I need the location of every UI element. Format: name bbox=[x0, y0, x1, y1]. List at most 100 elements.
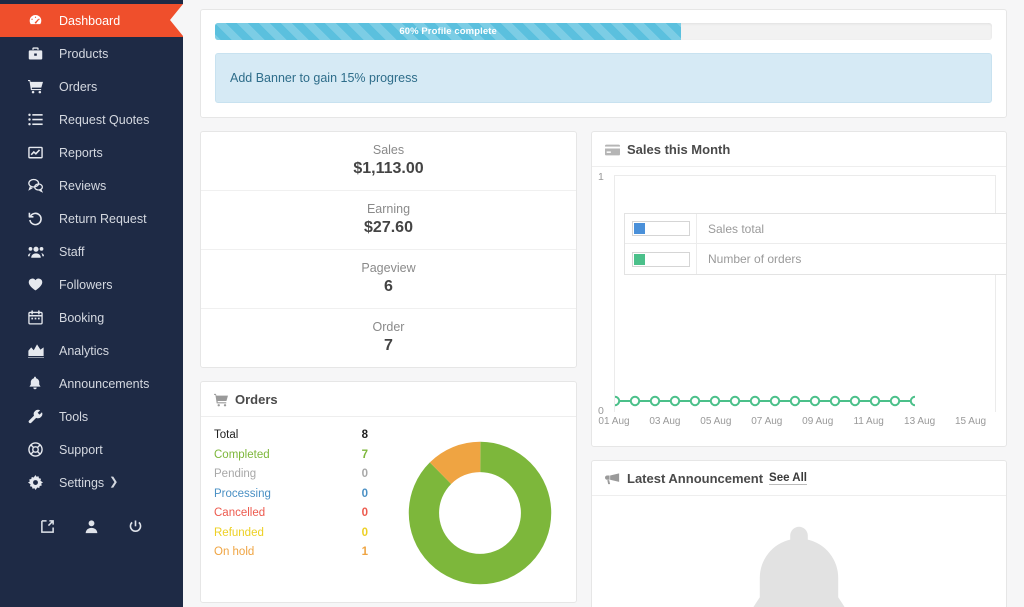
stat-value: 6 bbox=[384, 278, 393, 295]
sidebar-item-followers[interactable]: Followers bbox=[0, 268, 183, 301]
sales-chart-title: Sales this Month bbox=[627, 142, 731, 157]
sales-chart-header: Sales this Month bbox=[592, 132, 1006, 167]
order-status-count: 0 bbox=[361, 487, 368, 500]
power-icon[interactable] bbox=[128, 519, 143, 534]
list-icon bbox=[28, 112, 50, 127]
order-status-label: Pending bbox=[214, 468, 257, 480]
order-status-count: 7 bbox=[361, 448, 368, 461]
legend-row[interactable]: Sales total bbox=[625, 214, 1006, 244]
orders-status-list: Total 8 Completed 7 Pending 0 Processing 0 Cance… bbox=[201, 426, 383, 600]
order-status-label: Completed bbox=[214, 448, 270, 461]
orders-donut-chart bbox=[406, 439, 554, 587]
sidebar-item-request-quotes[interactable]: Request Quotes bbox=[0, 103, 183, 136]
sidebar-item-label: Tools bbox=[59, 409, 89, 424]
sidebar-item-analytics[interactable]: Analytics bbox=[0, 334, 183, 367]
wrench-icon bbox=[28, 409, 50, 424]
cart-icon bbox=[28, 79, 50, 94]
sidebar-item-dashboard[interactable]: Dashboard bbox=[0, 4, 183, 37]
sidebar-item-products[interactable]: Products bbox=[0, 37, 183, 70]
stat-label: Order bbox=[372, 320, 405, 334]
right-column: Sales this Month 1 0 01 Aug 03 Aug 05 Aug 0… bbox=[591, 131, 1007, 607]
order-status-row[interactable]: Cancelled 0 bbox=[214, 504, 383, 524]
announcement-body bbox=[592, 496, 1006, 607]
sidebar-item-support[interactable]: Support bbox=[0, 433, 183, 466]
x-axis-tick-label: 15 Aug bbox=[954, 416, 987, 427]
orders-donut-wrap bbox=[383, 426, 576, 600]
order-status-label: Refunded bbox=[214, 526, 264, 539]
lifering-icon bbox=[28, 442, 50, 457]
dashboard-app: Dashboard Products Orders Request Quotes Rep… bbox=[0, 0, 1024, 607]
x-axis-tick-label: 07 Aug bbox=[751, 416, 783, 427]
order-status-row[interactable]: Refunded 0 bbox=[214, 524, 383, 544]
sidebar-item-booking[interactable]: Booking bbox=[0, 301, 183, 334]
orders-header: Orders bbox=[201, 382, 576, 417]
legend-swatch-box bbox=[632, 221, 690, 236]
stat-sales: Sales $1,113.00 bbox=[201, 132, 576, 191]
user-icon[interactable] bbox=[84, 519, 99, 534]
sidebar-item-label: Products bbox=[59, 46, 109, 61]
order-status-count: 8 bbox=[361, 429, 368, 441]
sidebar-item-label: Followers bbox=[59, 277, 113, 292]
legend-row[interactable]: Number of orders bbox=[625, 244, 1006, 274]
announcement-card: Latest Announcement See All bbox=[591, 460, 1007, 607]
left-column: Sales $1,113.00 Earning $27.60 Pageview 6 Orde… bbox=[200, 131, 577, 607]
profile-progress-card: 60% Profile complete Add Banner to gain … bbox=[200, 9, 1007, 118]
order-status-row[interactable]: Pending 0 bbox=[214, 465, 383, 485]
undo-icon bbox=[28, 211, 50, 226]
x-axis-labels: 01 Aug 03 Aug 05 Aug 07 Aug 09 Aug 11 Aug 13 A… bbox=[598, 416, 996, 430]
sales-chart-card: Sales this Month 1 0 01 Aug 03 Aug 05 Aug 0… bbox=[591, 131, 1007, 447]
order-status-row[interactable]: On hold 1 bbox=[214, 543, 383, 563]
main-content: 60% Profile complete Add Banner to gain … bbox=[183, 0, 1024, 607]
chart-legend-tooltip[interactable]: Sales total Number of orders bbox=[624, 213, 1006, 275]
sidebar-item-tools[interactable]: Tools bbox=[0, 400, 183, 433]
sidebar: Dashboard Products Orders Request Quotes Rep… bbox=[0, 0, 183, 607]
stat-earning: Earning $27.60 bbox=[201, 191, 576, 250]
banner-hint-alert: Add Banner to gain 15% progress bbox=[215, 53, 992, 103]
sidebar-item-return-request[interactable]: Return Request bbox=[0, 202, 183, 235]
announcement-header: Latest Announcement See All bbox=[592, 461, 1006, 496]
external-link-icon[interactable] bbox=[40, 519, 55, 534]
calendar-icon bbox=[28, 310, 50, 325]
stat-value: $1,113.00 bbox=[353, 160, 424, 177]
order-status-row[interactable]: Completed 7 bbox=[214, 446, 383, 466]
sidebar-item-staff[interactable]: Staff bbox=[0, 235, 183, 268]
stat-value: 7 bbox=[384, 337, 393, 354]
sidebar-item-reports[interactable]: Reports bbox=[0, 136, 183, 169]
comments-icon bbox=[28, 178, 50, 193]
sidebar-item-label: Reviews bbox=[59, 178, 107, 193]
chart-plot bbox=[614, 175, 996, 412]
chevron-right-icon: ❯ bbox=[109, 476, 119, 488]
orders-body: Total 8 Completed 7 Pending 0 Processing 0 Cance… bbox=[201, 417, 576, 600]
order-status-row[interactable]: Processing 0 bbox=[214, 485, 383, 505]
series-markers bbox=[615, 395, 915, 407]
announcement-title: Latest Announcement bbox=[627, 471, 764, 486]
cart-icon bbox=[214, 393, 228, 407]
sidebar-item-label: Request Quotes bbox=[59, 112, 150, 127]
order-status-label: On hold bbox=[214, 546, 255, 558]
order-status-label: Total bbox=[214, 429, 239, 441]
sidebar-item-orders[interactable]: Orders bbox=[0, 70, 183, 103]
dashboard-icon bbox=[28, 13, 50, 28]
chart-area-icon bbox=[28, 343, 50, 358]
sidebar-item-announcements[interactable]: Announcements bbox=[0, 367, 183, 400]
see-all-link[interactable]: See All bbox=[769, 472, 807, 485]
sidebar-item-settings[interactable]: Settings ❯ bbox=[0, 466, 183, 499]
y-axis-tick-top: 1 bbox=[598, 171, 604, 183]
stat-value: $27.60 bbox=[364, 219, 413, 236]
megaphone-icon bbox=[605, 472, 620, 485]
progress-fill: 60% Profile complete bbox=[215, 23, 682, 40]
legend-swatch-box bbox=[632, 251, 690, 267]
order-status-count: 0 bbox=[361, 468, 368, 480]
sales-chart-plot-area[interactable]: 1 0 01 Aug 03 Aug 05 Aug 07 Aug 09 Aug 11 Aug… bbox=[592, 167, 1006, 444]
stat-pageview: Pageview 6 bbox=[201, 250, 576, 309]
sidebar-item-reviews[interactable]: Reviews bbox=[0, 169, 183, 202]
order-status-count: 0 bbox=[361, 526, 368, 539]
order-status-row[interactable]: Total 8 bbox=[214, 426, 383, 446]
legend-color-swatch bbox=[634, 253, 645, 265]
dashboard-columns: Sales $1,113.00 Earning $27.60 Pageview 6 Orde… bbox=[200, 131, 1007, 607]
x-axis-tick-label: 01 Aug bbox=[598, 416, 630, 427]
x-axis-tick-label: 13 Aug bbox=[904, 416, 936, 427]
x-axis-tick-label: 11 Aug bbox=[853, 416, 884, 427]
heart-icon bbox=[28, 277, 50, 292]
bell-icon bbox=[735, 522, 863, 607]
